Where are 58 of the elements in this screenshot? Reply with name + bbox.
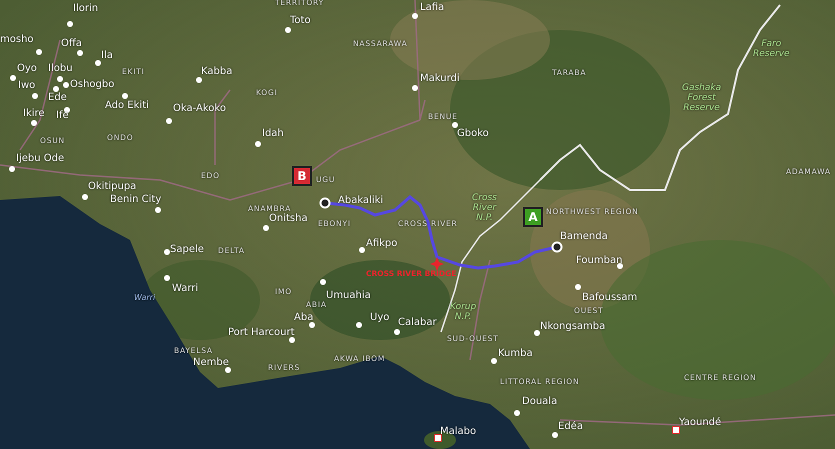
city-label: Ilorin (73, 3, 98, 14)
map-pin-marker[interactable]: A (523, 207, 543, 227)
city-label: Kumba (498, 348, 533, 359)
city-label: Bafoussam (582, 292, 638, 303)
city-label: Oshogbo (70, 79, 114, 90)
city-label: Sapele (170, 244, 204, 255)
city-label: Ijebu Ode (16, 153, 64, 164)
city-label: Lafia (420, 2, 444, 13)
city-dot-icon (225, 367, 231, 373)
water-label: Warri (134, 294, 156, 303)
city-label: Warri (172, 283, 198, 294)
park-label: Gashaka Forest Reserve (682, 84, 722, 114)
city-label: Ado Ekiti (105, 100, 149, 111)
city-label: Ilobu (48, 63, 73, 74)
city-label: Nembe (193, 357, 229, 368)
city-dot-icon (309, 322, 315, 328)
city-label: Oka-Akoko (173, 103, 226, 114)
route-waypoint-icon (551, 241, 563, 253)
city-label: Oyo (17, 63, 37, 74)
city-label: Bamenda (560, 231, 608, 242)
city-label: Abakaliki (338, 195, 384, 206)
city-dot-icon (617, 263, 623, 269)
city-label: mosho (0, 34, 34, 45)
landmark-icon (430, 257, 444, 271)
city-label: Afikpo (366, 238, 398, 249)
city-label: Aba (294, 312, 314, 323)
park-label: Faro Reserve (753, 40, 790, 60)
city-label: Calabar (398, 317, 437, 328)
city-label: Nkongsamba (540, 321, 606, 332)
park-label: Cross River N.P. (472, 194, 497, 224)
city-label: Benin City (110, 194, 162, 205)
city-label: Umuahia (326, 290, 371, 301)
city-label: Ede (48, 92, 67, 103)
city-label: Makurdi (420, 73, 460, 84)
city-label: Malabo (440, 426, 476, 437)
city-label: Ila (101, 50, 113, 61)
city-label: Ikire (23, 108, 45, 119)
city-label: Onitsha (269, 213, 308, 224)
city-label: Edéa (558, 421, 583, 432)
city-label: Uyo (370, 312, 390, 323)
city-label: Gboko (457, 128, 489, 139)
park-label: Korup N.P. (450, 303, 476, 323)
city-label: Okitipupa (88, 181, 136, 192)
capital-marker-icon (672, 426, 680, 434)
city-label: Kabba (201, 66, 232, 77)
city-label: Toto (290, 15, 311, 26)
city-label: Yaoundé (679, 417, 722, 428)
city-label: Port Harcourt (228, 327, 295, 338)
city-label: Idah (262, 128, 284, 139)
city-label: Ife (56, 110, 69, 121)
map-pin-marker[interactable]: B (292, 166, 312, 186)
city-label: Foumban (576, 255, 622, 266)
route-waypoint-icon (319, 197, 331, 209)
city-label: Iwo (18, 80, 36, 91)
capital-marker-icon (434, 434, 442, 442)
city-label: Douala (522, 396, 558, 407)
city-label: Offa (61, 38, 82, 49)
city-dot-icon (289, 337, 295, 343)
